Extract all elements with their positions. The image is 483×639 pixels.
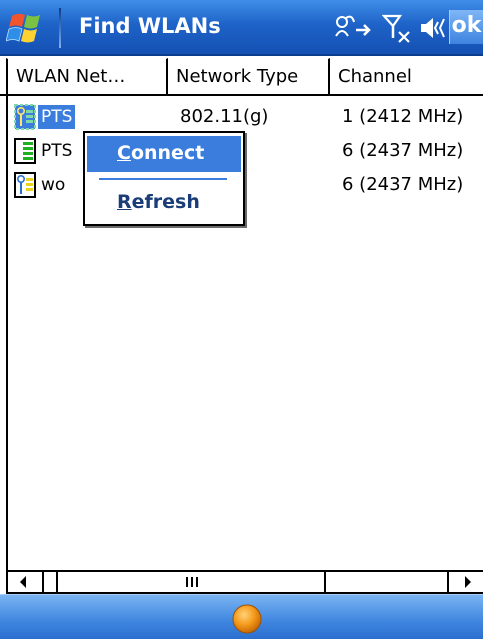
wlan-name-cell: wo — [14, 170, 68, 200]
refresh-accelerator: R — [117, 191, 132, 213]
wlan-name: PTS — [38, 105, 76, 129]
wlan-ap-icon — [14, 104, 36, 130]
start-menu-button[interactable] — [5, 8, 52, 48]
grip-icon — [186, 577, 198, 587]
wlan-row[interactable]: PTS 802.11(g) 1 (2412 MHz) — [8, 100, 483, 134]
wlan-name: wo — [41, 175, 66, 195]
window-title: Find WLANs — [79, 14, 221, 38]
wlan-ap-icon — [14, 172, 36, 198]
context-menu: Connect Refresh — [83, 131, 245, 226]
wlan-name-cell: PTS — [14, 102, 76, 132]
wlan-row[interactable]: PTS (b) 6 (2437 MHz) — [8, 134, 483, 168]
connectivity-icon[interactable] — [332, 10, 374, 46]
refresh-menu-item[interactable]: Refresh — [87, 185, 241, 221]
wlan-name: PTS — [41, 141, 73, 161]
wlan-network-type: 802.11(g) — [180, 106, 269, 127]
bottom-menu-bar — [0, 594, 483, 639]
connect-menu-item[interactable]: Connect — [87, 136, 241, 172]
windows-logo-icon — [5, 13, 40, 43]
signal-off-icon[interactable] — [381, 10, 412, 46]
orange-circle-icon — [232, 604, 262, 634]
menu-separator — [99, 178, 227, 180]
wlan-row[interactable]: wo (g) 6 (2437 MHz) — [8, 168, 483, 202]
ok-button[interactable]: ok — [449, 10, 483, 44]
connect-accelerator: C — [117, 142, 131, 164]
refresh-label: efresh — [131, 191, 200, 213]
title-separator — [59, 8, 61, 48]
connect-label: onnect — [130, 142, 205, 164]
column-header-wlan-network[interactable]: WLAN Net… — [6, 58, 168, 94]
scroll-thumb[interactable] — [56, 572, 326, 592]
title-bar: Find WLANs ok — [0, 0, 483, 56]
arrow-right-icon — [465, 576, 471, 588]
scroll-left-button[interactable] — [8, 572, 44, 592]
wlan-channel: 6 (2437 MHz) — [342, 174, 464, 195]
wlan-channel: 6 (2437 MHz) — [342, 140, 464, 161]
signal-bars-icon — [14, 138, 36, 164]
scroll-right-button[interactable] — [447, 572, 483, 592]
volume-icon[interactable] — [419, 10, 449, 46]
horizontal-scrollbar[interactable] — [6, 570, 483, 594]
input-panel-button[interactable] — [230, 603, 264, 635]
arrow-left-icon — [20, 576, 26, 588]
wlan-name-cell: PTS — [14, 136, 75, 166]
list-header: WLAN Net… Network Type Channel — [0, 58, 483, 96]
column-header-channel[interactable]: Channel — [330, 58, 483, 94]
wlan-channel: 1 (2412 MHz) — [342, 106, 464, 127]
column-header-network-type[interactable]: Network Type — [168, 58, 330, 94]
